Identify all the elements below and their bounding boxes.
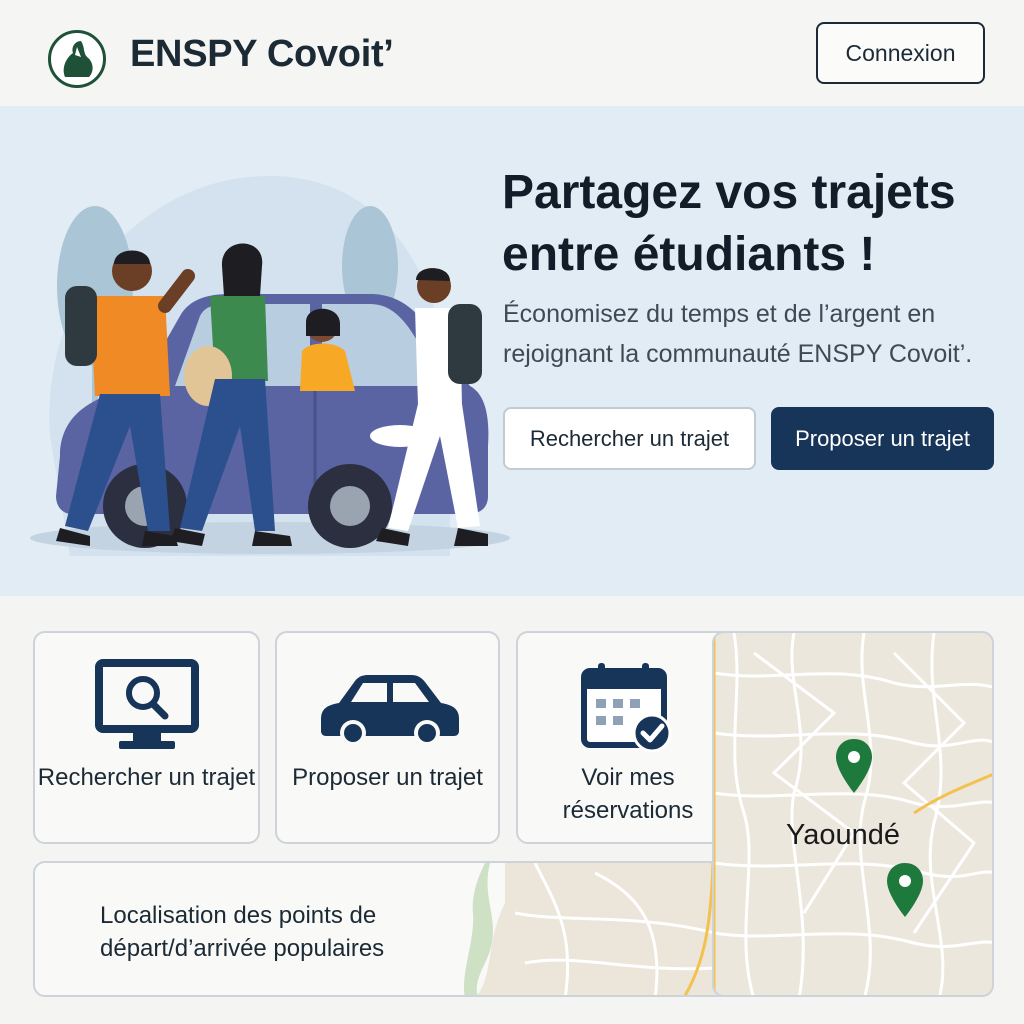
- logo-icon[interactable]: [48, 30, 106, 88]
- card-label: Proposer un trajet: [292, 764, 483, 791]
- map-roads: [714, 633, 992, 995]
- hero-title: Partagez vos trajets entre étudiants !: [502, 166, 956, 281]
- login-button[interactable]: Connexion: [816, 22, 985, 84]
- calendar-check-icon: [580, 661, 676, 760]
- card-label: Voir mes réservations: [562, 764, 694, 824]
- brand-name[interactable]: ENSPY Covoit’: [130, 33, 394, 76]
- map-pin-icon[interactable]: [834, 737, 874, 797]
- popular-locations-card[interactable]: Localisation des points de départ/d’arri…: [33, 861, 735, 997]
- map-card[interactable]: Yaoundé: [712, 631, 994, 997]
- hero-section: Partagez vos trajets entre étudiants ! É…: [0, 106, 1024, 596]
- popular-locations-caption: Localisation des points de départ/d’arri…: [100, 902, 385, 962]
- card-my-reservations[interactable]: Voir mes réservations: [516, 631, 740, 844]
- search-trip-button[interactable]: Rechercher un trajet: [503, 407, 756, 470]
- app-header: ENSPY Covoit’ Connexion: [0, 0, 1024, 106]
- card-label: Rechercher un trajet: [37, 764, 256, 791]
- propose-trip-button[interactable]: Proposer un trajet: [771, 407, 994, 470]
- card-propose-trip[interactable]: Proposer un trajet: [275, 631, 500, 844]
- car-icon: [313, 671, 463, 754]
- card-search-trip[interactable]: Rechercher un trajet: [33, 631, 260, 844]
- hero-subtitle: Économisez du temps et de l’argent en re…: [503, 300, 973, 368]
- map-city-label: Yaoundé: [786, 819, 900, 851]
- map-pin-icon[interactable]: [885, 861, 925, 921]
- monitor-search-icon: [94, 659, 199, 758]
- carpool-illustration: [30, 176, 510, 556]
